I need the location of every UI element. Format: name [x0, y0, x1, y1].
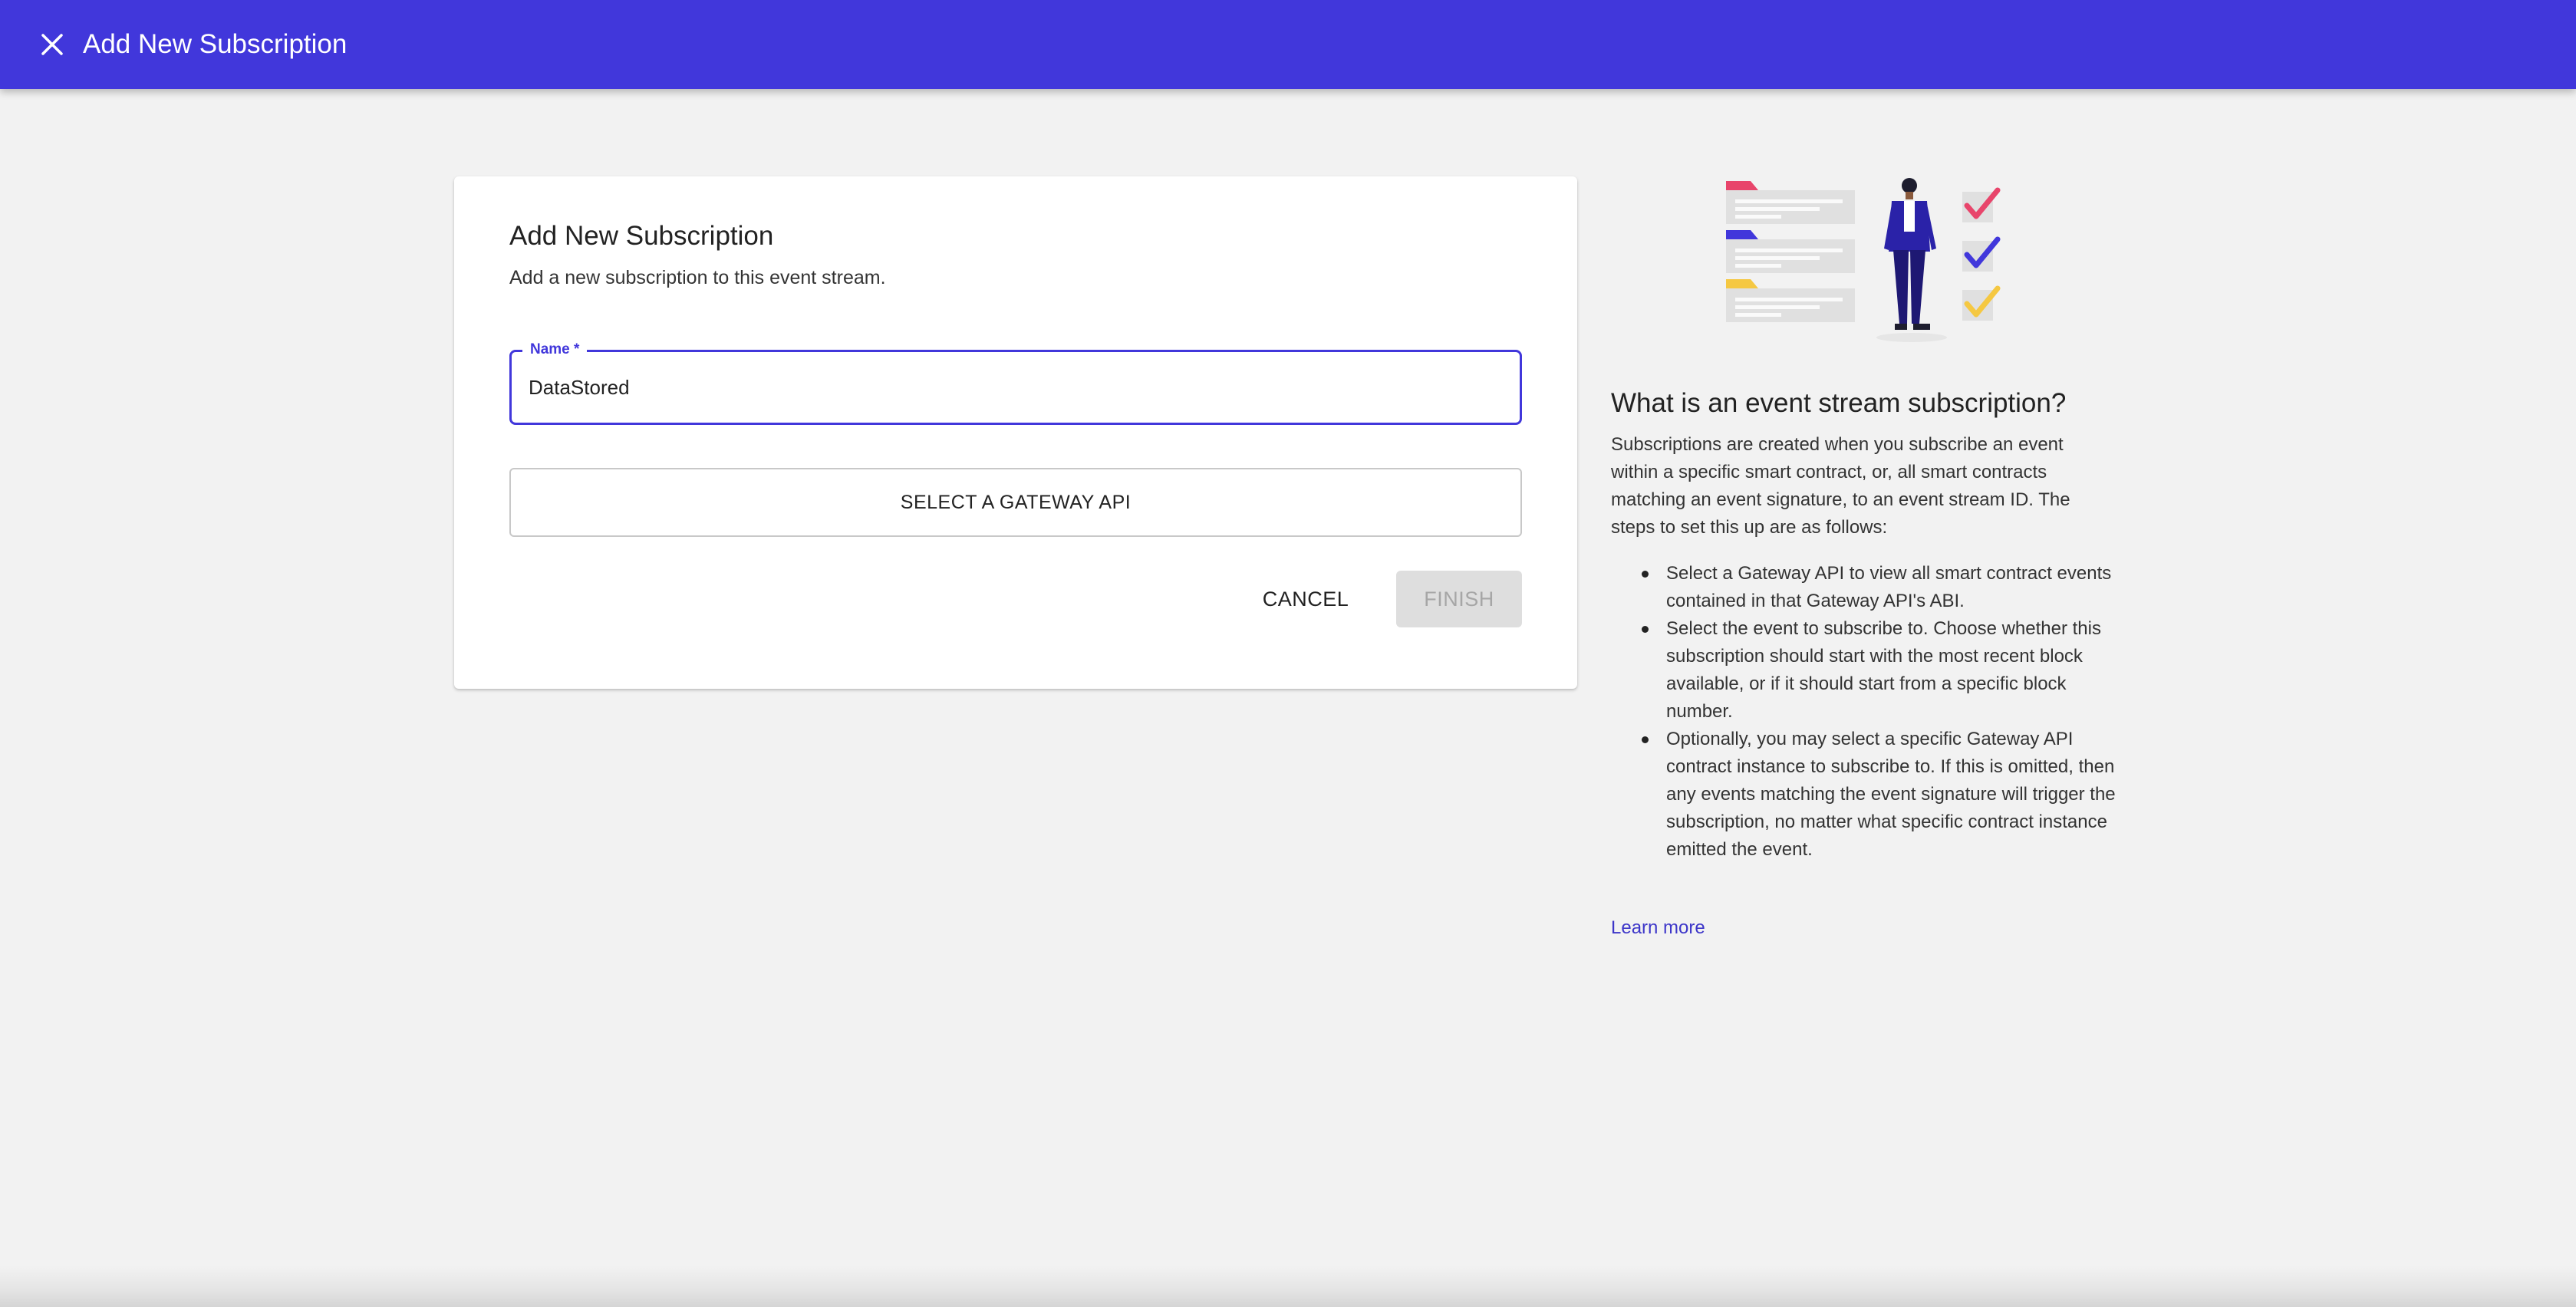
card-subtitle: Add a new subscription to this event str… — [509, 267, 886, 288]
cancel-button[interactable]: CANCEL — [1252, 571, 1359, 627]
close-icon — [41, 34, 63, 55]
learn-more-link[interactable]: Learn more — [1611, 917, 1705, 939]
close-button[interactable] — [34, 26, 71, 63]
step-text: Select the event to subscribe to. Choose… — [1666, 618, 2101, 722]
step-item: Select a Gateway API to view all smart c… — [1611, 560, 2133, 615]
info-intro: Subscriptions are created when you subsc… — [1611, 434, 2070, 538]
app-bar: Add New Subscription — [0, 0, 2576, 89]
step-text: Select a Gateway API to view all smart c… — [1666, 563, 2112, 611]
step-text: Optionally, you may select a specific Ga… — [1666, 729, 2116, 860]
finish-button[interactable]: FINISH — [1396, 571, 1522, 627]
bullet-icon — [1642, 571, 1649, 578]
subscription-form-card: Add New Subscription Add a new subscript… — [454, 176, 1577, 689]
checklist-person-illustration — [1718, 173, 2010, 350]
name-field: Name * — [509, 338, 1522, 425]
select-gateway-api-button[interactable]: SELECT A GATEWAY API — [509, 468, 1522, 537]
app-bar-title: Add New Subscription — [83, 29, 348, 59]
info-title: What is an event stream subscription? — [1611, 388, 2067, 418]
bullet-icon — [1642, 626, 1649, 633]
name-input[interactable] — [529, 367, 1503, 407]
card-title: Add New Subscription — [509, 221, 774, 251]
name-field-label: Name * — [522, 338, 588, 361]
bottom-shadow — [0, 1266, 2576, 1307]
bullet-icon — [1642, 736, 1649, 743]
steps-list: Select a Gateway API to view all smart c… — [1611, 560, 2133, 864]
step-item: Optionally, you may select a specific Ga… — [1611, 726, 2133, 864]
step-item: Select the event to subscribe to. Choose… — [1611, 615, 2133, 726]
